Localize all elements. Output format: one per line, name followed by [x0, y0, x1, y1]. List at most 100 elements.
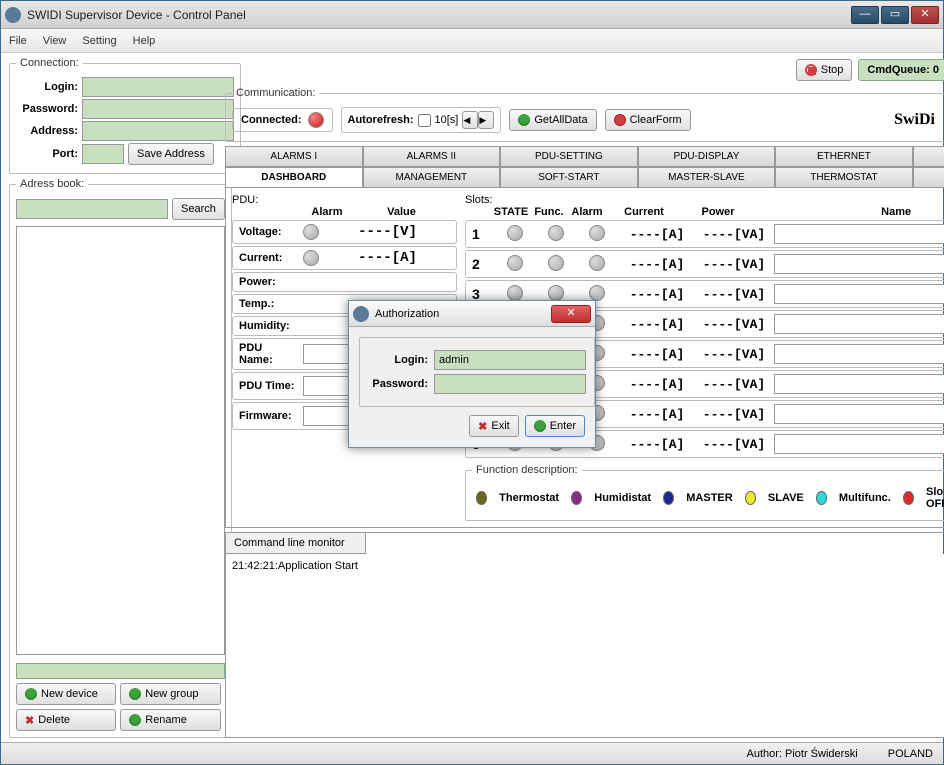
slot-power: ----[VA]	[697, 287, 771, 302]
author-label: Author: Piotr Świderski	[746, 748, 857, 760]
tab-humidistat[interactable]: HUMIDISTAT	[913, 167, 944, 187]
dialog-close-button[interactable]: ✕	[551, 305, 591, 323]
authorization-dialog: Authorization ✕ Login: Password: ✖Exit E…	[348, 300, 596, 448]
addressbook-group: Adress book: Search New device New group…	[9, 178, 232, 738]
function-description-group: Function description: Thermostat Humidis…	[465, 464, 944, 521]
tab-dashboard[interactable]: DASHBOARD	[225, 167, 363, 187]
slot-name-input[interactable]	[774, 434, 944, 454]
pdu-legend: PDU:	[232, 194, 457, 206]
connected-label: Connected:	[241, 114, 302, 126]
dialog-login-input[interactable]	[434, 350, 586, 370]
autorefresh-interval: 10[s]	[435, 114, 459, 126]
tab-alarmsi[interactable]: ALARMS I	[225, 146, 363, 166]
titlebar: SWIDI Supervisor Device - Control Panel …	[1, 1, 943, 29]
slots-current-header: Current	[607, 206, 681, 218]
dialog-password-input[interactable]	[434, 374, 586, 394]
slot-row: 1----[A]----[VA]	[465, 220, 944, 248]
slot-func-led	[548, 285, 564, 301]
slots-name-header: Name	[755, 206, 944, 218]
slot-name-input[interactable]	[774, 284, 944, 304]
slot-current: ----[A]	[620, 287, 694, 302]
slot-power: ----[VA]	[697, 257, 771, 272]
tab-pdudisplay[interactable]: PDU-DISPLAY	[638, 146, 776, 166]
slot-name-input[interactable]	[774, 344, 944, 364]
pdu-alarm-header: Alarm	[302, 206, 352, 218]
addressbook-legend: Adress book:	[16, 178, 88, 190]
new-group-button[interactable]: New group	[120, 683, 220, 705]
menubar: File View Setting Help	[1, 29, 943, 53]
new-device-button[interactable]: New device	[16, 683, 116, 705]
tab-archive[interactable]: Archive	[913, 146, 944, 166]
autorefresh-checkbox[interactable]	[418, 114, 431, 127]
menu-view[interactable]: View	[43, 35, 67, 47]
password-label: Password:	[16, 103, 78, 115]
slot-current: ----[A]	[620, 317, 694, 332]
slot-name-input[interactable]	[774, 404, 944, 424]
login-input[interactable]	[82, 77, 234, 97]
password-input[interactable]	[82, 99, 234, 119]
humidity-label: Humidity:	[239, 320, 297, 332]
menu-help[interactable]: Help	[133, 35, 156, 47]
country-label: POLAND	[888, 748, 933, 760]
master-icon	[663, 491, 674, 505]
current-label: Current:	[239, 252, 297, 264]
slots-func-header: Func.	[531, 206, 567, 218]
rename-button[interactable]: Rename	[120, 709, 220, 731]
tab-thermostat[interactable]: THERMOSTAT	[775, 167, 913, 187]
slot-state-led	[507, 225, 523, 241]
voltage-alarm-led	[303, 224, 319, 240]
tab-alarmsii[interactable]: ALARMS II	[363, 146, 501, 166]
port-label: Port:	[16, 148, 78, 160]
port-input[interactable]	[82, 144, 124, 164]
dialog-enter-button[interactable]: Enter	[525, 415, 585, 437]
slot-alarm-led	[589, 255, 605, 271]
slot-number: 2	[472, 256, 492, 272]
tab-pdusetting[interactable]: PDU-SETTING	[500, 146, 638, 166]
voltage-label: Voltage:	[239, 226, 297, 238]
minimize-button[interactable]: —	[851, 6, 879, 24]
tab-softstart[interactable]: SOFT-START	[500, 167, 638, 187]
tab-masterslave[interactable]: MASTER-SLAVE	[638, 167, 776, 187]
stop-button[interactable]: Stop	[796, 59, 853, 81]
slot-func-led	[548, 225, 564, 241]
slot-alarm-led	[589, 285, 605, 301]
cmdmon-log[interactable]: 21:42:21:Application Start	[226, 554, 944, 737]
slot-power: ----[VA]	[697, 407, 771, 422]
pduname-label: PDU Name:	[239, 342, 297, 366]
autorefresh-label: Autorefresh:	[348, 114, 414, 126]
save-address-button[interactable]: Save Address	[128, 143, 214, 165]
slot-number: 1	[472, 226, 492, 242]
slot-name-input[interactable]	[774, 224, 944, 244]
pdutime-label: PDU Time:	[239, 380, 297, 392]
slot-name-input[interactable]	[774, 314, 944, 334]
search-button[interactable]: Search	[172, 198, 225, 220]
slot-name-input[interactable]	[774, 374, 944, 394]
clearform-button[interactable]: ClearForm	[605, 109, 691, 131]
tab-ethernet[interactable]: ETHERNET	[775, 146, 913, 166]
slots-state-header: STATE	[491, 206, 531, 218]
command-monitor: Command line monitor 21:42:21:Applicatio…	[225, 532, 944, 738]
address-input[interactable]	[82, 121, 234, 141]
maximize-button[interactable]: ▭	[881, 6, 909, 24]
cmdmon-title: Command line monitor	[226, 533, 366, 554]
search-input[interactable]	[16, 199, 168, 219]
delete-button[interactable]: ✖Delete	[16, 709, 116, 731]
getalldata-button[interactable]: GetAllData	[509, 109, 596, 131]
menu-setting[interactable]: Setting	[82, 35, 116, 47]
dialog-exit-button[interactable]: ✖Exit	[469, 415, 519, 437]
check-icon	[516, 112, 533, 129]
thermostat-icon	[476, 491, 487, 505]
menu-file[interactable]: File	[9, 35, 27, 47]
slot-current: ----[A]	[620, 347, 694, 362]
close-button[interactable]: ✕	[911, 6, 939, 24]
addressbook-list[interactable]	[16, 226, 225, 655]
tab-management[interactable]: MANAGEMENT	[363, 167, 501, 187]
current-alarm-led	[303, 250, 319, 266]
brand-logo: SwiDi	[894, 111, 935, 129]
interval-up-button[interactable]: ▶	[478, 111, 494, 129]
slot-name-input[interactable]	[774, 254, 944, 274]
interval-down-button[interactable]: ◀	[462, 111, 478, 129]
power-label: Power:	[239, 276, 297, 288]
humidistat-icon	[571, 491, 582, 505]
tabs-row-bottom: DASHBOARDMANAGEMENTSOFT-STARTMASTER-SLAV…	[225, 167, 944, 188]
